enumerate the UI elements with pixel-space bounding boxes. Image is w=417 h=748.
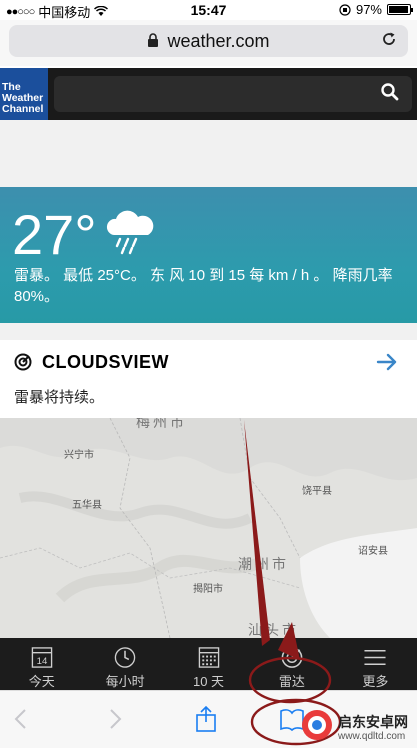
nav-label: 10 天 (192, 674, 225, 689)
browser-address-area: weather.com (0, 20, 417, 66)
watermark-logo-icon (302, 710, 332, 740)
radar-map[interactable]: 梅州市 兴宁市 五华县 潮州市 揭阳市 汕头市 饶平县 诏安县 (0, 418, 417, 638)
status-bar: ●●○○○ 中国移动 15:47 97% (0, 0, 417, 20)
weather-description: 雷暴。 最低 25°C。 东 风 10 到 15 每 km / h 。 降雨几率… (14, 267, 393, 305)
thunderstorm-rain-icon (106, 210, 154, 255)
nav-hourly[interactable]: 每小时 (83, 638, 166, 690)
site-watermark: 启东安卓网 www.qdltd.com (296, 704, 417, 748)
site-bottom-nav: 14 今天 每小时 10 天 雷达 更多 (0, 638, 417, 690)
calendar-grid-icon (198, 647, 219, 668)
reload-icon[interactable] (380, 30, 398, 48)
lock-icon (147, 32, 159, 50)
ad-space (0, 120, 417, 187)
map-city-label: 汕头市 (248, 622, 299, 638)
map-city-label: 五华县 (72, 500, 102, 511)
weather-channel-logo[interactable]: The Weather Channel (0, 68, 48, 120)
back-icon[interactable] (8, 705, 36, 733)
map-city-label: 兴宁市 (64, 450, 94, 461)
forward-icon[interactable] (100, 705, 128, 733)
map-city-label: 揭阳市 (193, 584, 223, 595)
watermark-name: 启东安卓网 (338, 714, 408, 730)
radar-target-icon (14, 353, 32, 371)
site-header: The Weather Channel (0, 68, 417, 120)
nav-10day[interactable]: 10 天 (167, 638, 250, 690)
map-city-label: 饶平县 (302, 486, 332, 497)
orientation-lock-icon (339, 3, 351, 16)
cloudsview-title: CLOUDSVIEW (42, 352, 170, 372)
menu-icon (364, 650, 386, 665)
clock-icon (114, 647, 136, 668)
battery-percent: 97% (355, 2, 382, 17)
share-icon[interactable] (192, 705, 220, 733)
map-city-label: 梅州市 (136, 418, 187, 430)
battery-icon (387, 4, 413, 15)
nav-label: 每小时 (105, 674, 145, 689)
site-search-box[interactable] (54, 76, 412, 112)
map-city-label: 诏安县 (358, 546, 388, 557)
current-temperature: 27° (12, 203, 97, 266)
address-bar[interactable]: weather.com (9, 25, 408, 57)
radar-icon (281, 647, 303, 668)
arrow-right-icon[interactable] (375, 350, 399, 374)
nav-today[interactable]: 14 今天 (0, 638, 83, 690)
nav-label: 雷达 (278, 674, 305, 689)
cloudsview-card[interactable]: CLOUDSVIEW 雷暴将持续。 (0, 340, 417, 418)
search-icon[interactable] (380, 82, 400, 102)
address-domain: weather.com (167, 30, 270, 51)
cloudsview-subtitle: 雷暴将持续。 (14, 389, 105, 406)
map-city-label: 潮州市 (238, 556, 289, 572)
nav-more[interactable]: 更多 (334, 638, 417, 690)
logo-line: Channel (2, 103, 44, 115)
nav-label: 更多 (362, 674, 389, 689)
calendar-badge: 14 (36, 656, 47, 667)
watermark-url: www.qdltd.com (338, 731, 406, 742)
card-separator (0, 323, 417, 340)
nav-label: 今天 (28, 674, 55, 689)
current-weather-card[interactable]: 27° 雷暴。 最低 25°C。 东 风 10 到 15 每 km / h 。 … (0, 187, 417, 323)
map-terrain (0, 418, 417, 638)
calendar-day-icon: 14 (31, 647, 52, 668)
nav-radar[interactable]: 雷达 (250, 638, 333, 690)
